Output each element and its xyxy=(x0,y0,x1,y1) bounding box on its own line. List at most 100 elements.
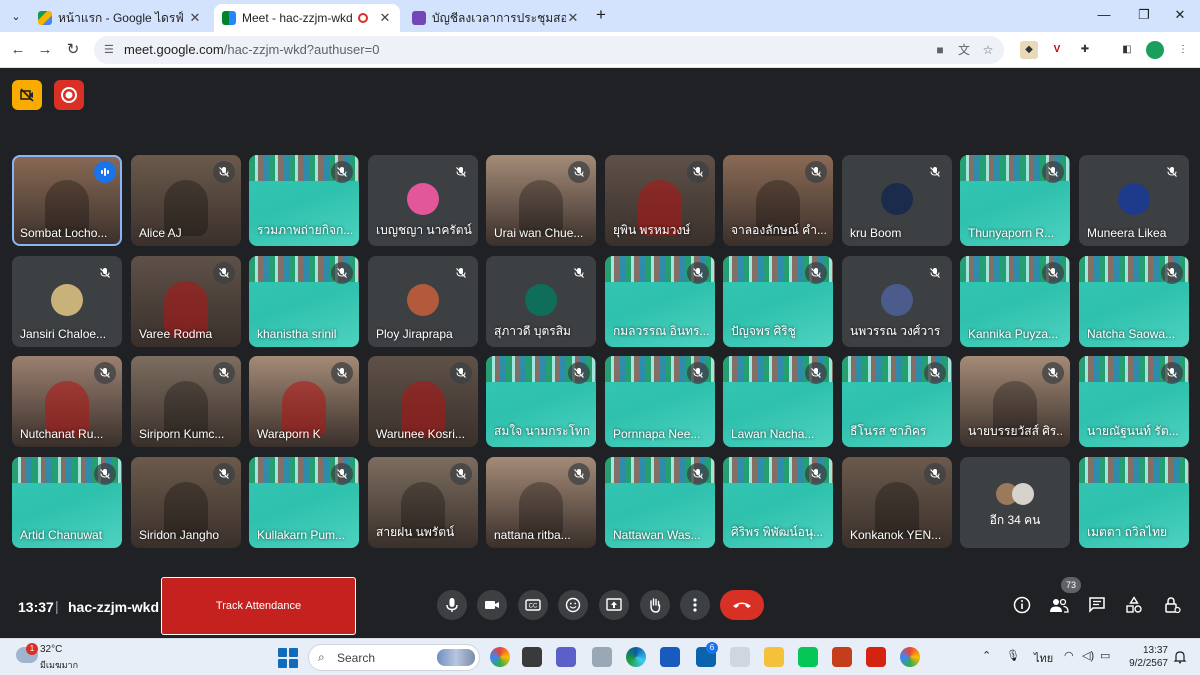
acrobat-icon[interactable] xyxy=(866,647,886,667)
participant-tile[interactable]: ธีโนรส ชาภิคร xyxy=(842,356,952,447)
participant-tile[interactable]: Waraporn K xyxy=(249,356,359,447)
extension-owl-icon[interactable]: ◆ xyxy=(1020,41,1038,59)
participant-tile[interactable]: Lawan Nacha... xyxy=(723,356,833,447)
microphone-button[interactable] xyxy=(437,590,467,620)
tray-chevron-up-icon[interactable]: ⌃ xyxy=(982,649,991,662)
restore-window-icon[interactable]: ❐ xyxy=(1124,4,1164,26)
tab-meet[interactable]: Meet - hac-zzjm-wkd ✕ xyxy=(214,4,400,32)
participant-tile[interactable]: สุภาวดี บุตรสิม xyxy=(486,256,596,347)
back-arrow-icon[interactable]: ← xyxy=(8,40,28,60)
camera-button[interactable] xyxy=(477,590,507,620)
word-icon[interactable] xyxy=(660,647,680,667)
participant-tile[interactable]: Alice AJ xyxy=(131,155,241,246)
activities-button[interactable] xyxy=(1122,593,1146,617)
input-language[interactable]: ไทย xyxy=(1034,649,1053,667)
participant-tile[interactable]: kru Boom xyxy=(842,155,952,246)
more-participants-tile[interactable]: อีก 34 คน xyxy=(960,457,1070,548)
reload-icon[interactable]: ↻ xyxy=(63,40,83,60)
participant-tile[interactable]: นายณัฐนนท์ รัต... xyxy=(1079,356,1189,447)
participant-tile[interactable]: เบญชญา นาครัตน์ xyxy=(368,155,478,246)
participant-tile[interactable]: Pornnapa Nee... xyxy=(605,356,715,447)
participant-tile[interactable]: Kullakarn Pum... xyxy=(249,457,359,548)
close-tab-icon[interactable]: ✕ xyxy=(378,10,392,26)
close-window-icon[interactable]: ✕ xyxy=(1160,4,1200,26)
participant-tile[interactable]: Ploy Jiraprapa xyxy=(368,256,478,347)
taskbar-search[interactable]: ⌕ Search xyxy=(308,644,480,671)
participant-tile[interactable]: สายฝน นพรัตน์ xyxy=(368,457,478,548)
participant-tile[interactable]: Siriporn Kumc... xyxy=(131,356,241,447)
participant-tile[interactable]: Nattawan Was... xyxy=(605,457,715,548)
participant-tile[interactable]: Artid Chanuwat xyxy=(12,457,122,548)
raise-hand-button[interactable] xyxy=(640,590,670,620)
chrome-menu-icon[interactable]: ⋮ xyxy=(1174,41,1192,59)
participant-tile[interactable]: นพวรรณ วงศ์วาร xyxy=(842,256,952,347)
tray-microphone-icon[interactable]: 🎙 xyxy=(1006,649,1020,662)
people-button[interactable] xyxy=(1047,593,1071,617)
side-panel-icon[interactable]: ◧ xyxy=(1118,41,1136,59)
participant-tile[interactable]: Jansiri Chaloe... xyxy=(12,256,122,347)
hide-self-view-button[interactable] xyxy=(12,80,42,110)
close-tab-icon[interactable]: ✕ xyxy=(566,10,580,26)
leave-call-button[interactable] xyxy=(720,590,764,620)
participant-tile[interactable]: Varee Rodma xyxy=(131,256,241,347)
tab-google-form[interactable]: บัญชีลงเวลาการประชุมสอบ CEFR ปี ✕ xyxy=(404,4,588,32)
edge-browser-icon[interactable] xyxy=(626,647,646,667)
participant-tile[interactable]: ศิริพร พิพัฒน์อนุ... xyxy=(723,457,833,548)
participant-tile[interactable]: Siridon Jangho xyxy=(131,457,241,548)
camera-in-use-icon[interactable]: ■ xyxy=(932,42,948,58)
address-bar[interactable]: ☰ meet.google.com/hac-zzjm-wkd?authuser=… xyxy=(94,36,1004,64)
teams-chat-icon[interactable] xyxy=(556,647,576,667)
windows-start-icon[interactable] xyxy=(278,648,298,668)
participant-tile[interactable]: จาลองลักษณ์ คำ... xyxy=(723,155,833,246)
chat-button[interactable] xyxy=(1085,593,1109,617)
participant-tile[interactable]: Sombat Locho... xyxy=(12,155,122,246)
meeting-details-button[interactable] xyxy=(1010,593,1034,617)
track-attendance-button[interactable]: Track Attendance xyxy=(161,577,356,635)
bookmark-star-icon[interactable]: ☆ xyxy=(980,42,996,58)
participant-tile[interactable]: กมลวรรณ อินทร... xyxy=(605,256,715,347)
extensions-puzzle-icon[interactable]: ✚ xyxy=(1076,41,1094,59)
system-clock[interactable]: 13:37 9/2/2567 xyxy=(1124,644,1168,670)
chrome-taskbar-icon[interactable] xyxy=(900,647,920,667)
app-icon[interactable] xyxy=(592,647,612,667)
tab-google-drive[interactable]: หน้าแรก - Google ไดรฟ์ ✕ xyxy=(30,4,210,32)
more-options-button[interactable] xyxy=(680,590,710,620)
participant-tile[interactable]: Urai wan Chue... xyxy=(486,155,596,246)
participant-tile[interactable]: khanistha srinil xyxy=(249,256,359,347)
captions-button[interactable]: CC xyxy=(518,590,548,620)
participant-tile[interactable]: nattana ritba... xyxy=(486,457,596,548)
participant-tile[interactable]: Thunyaporn R... xyxy=(960,155,1070,246)
forward-arrow-icon[interactable]: → xyxy=(35,40,55,60)
new-tab-plus-icon[interactable]: + xyxy=(592,6,610,24)
participant-tile[interactable]: ยุพิน พรหมวงษ์ xyxy=(605,155,715,246)
participant-tile[interactable]: รวมภาพถ่ายกิจก... xyxy=(249,155,359,246)
extension-vpn-icon[interactable]: V xyxy=(1048,41,1066,59)
participant-tile[interactable]: Natcha Saowa... xyxy=(1079,256,1189,347)
participant-tile[interactable]: นายบรรยวัสส์ ศิร... xyxy=(960,356,1070,447)
tab-search-chevron-icon[interactable]: ⌄ xyxy=(6,6,26,26)
wifi-icon[interactable]: ◠ xyxy=(1064,649,1074,662)
participant-tile[interactable]: Muneera Likea xyxy=(1079,155,1189,246)
participant-tile[interactable]: Konkanok YEN... xyxy=(842,457,952,548)
emoji-reactions-button[interactable] xyxy=(558,590,588,620)
participant-tile[interactable]: Kannika Puyza... xyxy=(960,256,1070,347)
host-controls-button[interactable] xyxy=(1160,593,1184,617)
copilot-icon[interactable] xyxy=(490,647,510,667)
participant-tile[interactable]: Warunee Kosri... xyxy=(368,356,478,447)
volume-icon[interactable]: ◁) xyxy=(1082,649,1094,662)
site-settings-icon[interactable]: ☰ xyxy=(104,43,118,57)
line-app-icon[interactable] xyxy=(798,647,818,667)
file-explorer-icon[interactable] xyxy=(764,647,784,667)
snipping-tool-icon[interactable] xyxy=(730,647,750,667)
powerpoint-icon[interactable] xyxy=(832,647,852,667)
translate-icon[interactable]: 文 xyxy=(956,42,972,58)
task-view-icon[interactable] xyxy=(522,647,542,667)
minimize-window-icon[interactable]: — xyxy=(1084,4,1124,26)
participant-tile[interactable]: Nutchanat Ru... xyxy=(12,356,122,447)
participant-tile[interactable]: สมใจ นามกระโทก xyxy=(486,356,596,447)
recording-button[interactable] xyxy=(54,80,84,110)
notification-bell-icon[interactable] xyxy=(1173,650,1187,664)
participant-tile[interactable]: ปัญจพร ศิริชู xyxy=(723,256,833,347)
profile-avatar[interactable] xyxy=(1146,41,1164,59)
battery-icon[interactable]: ▭ xyxy=(1100,649,1110,662)
